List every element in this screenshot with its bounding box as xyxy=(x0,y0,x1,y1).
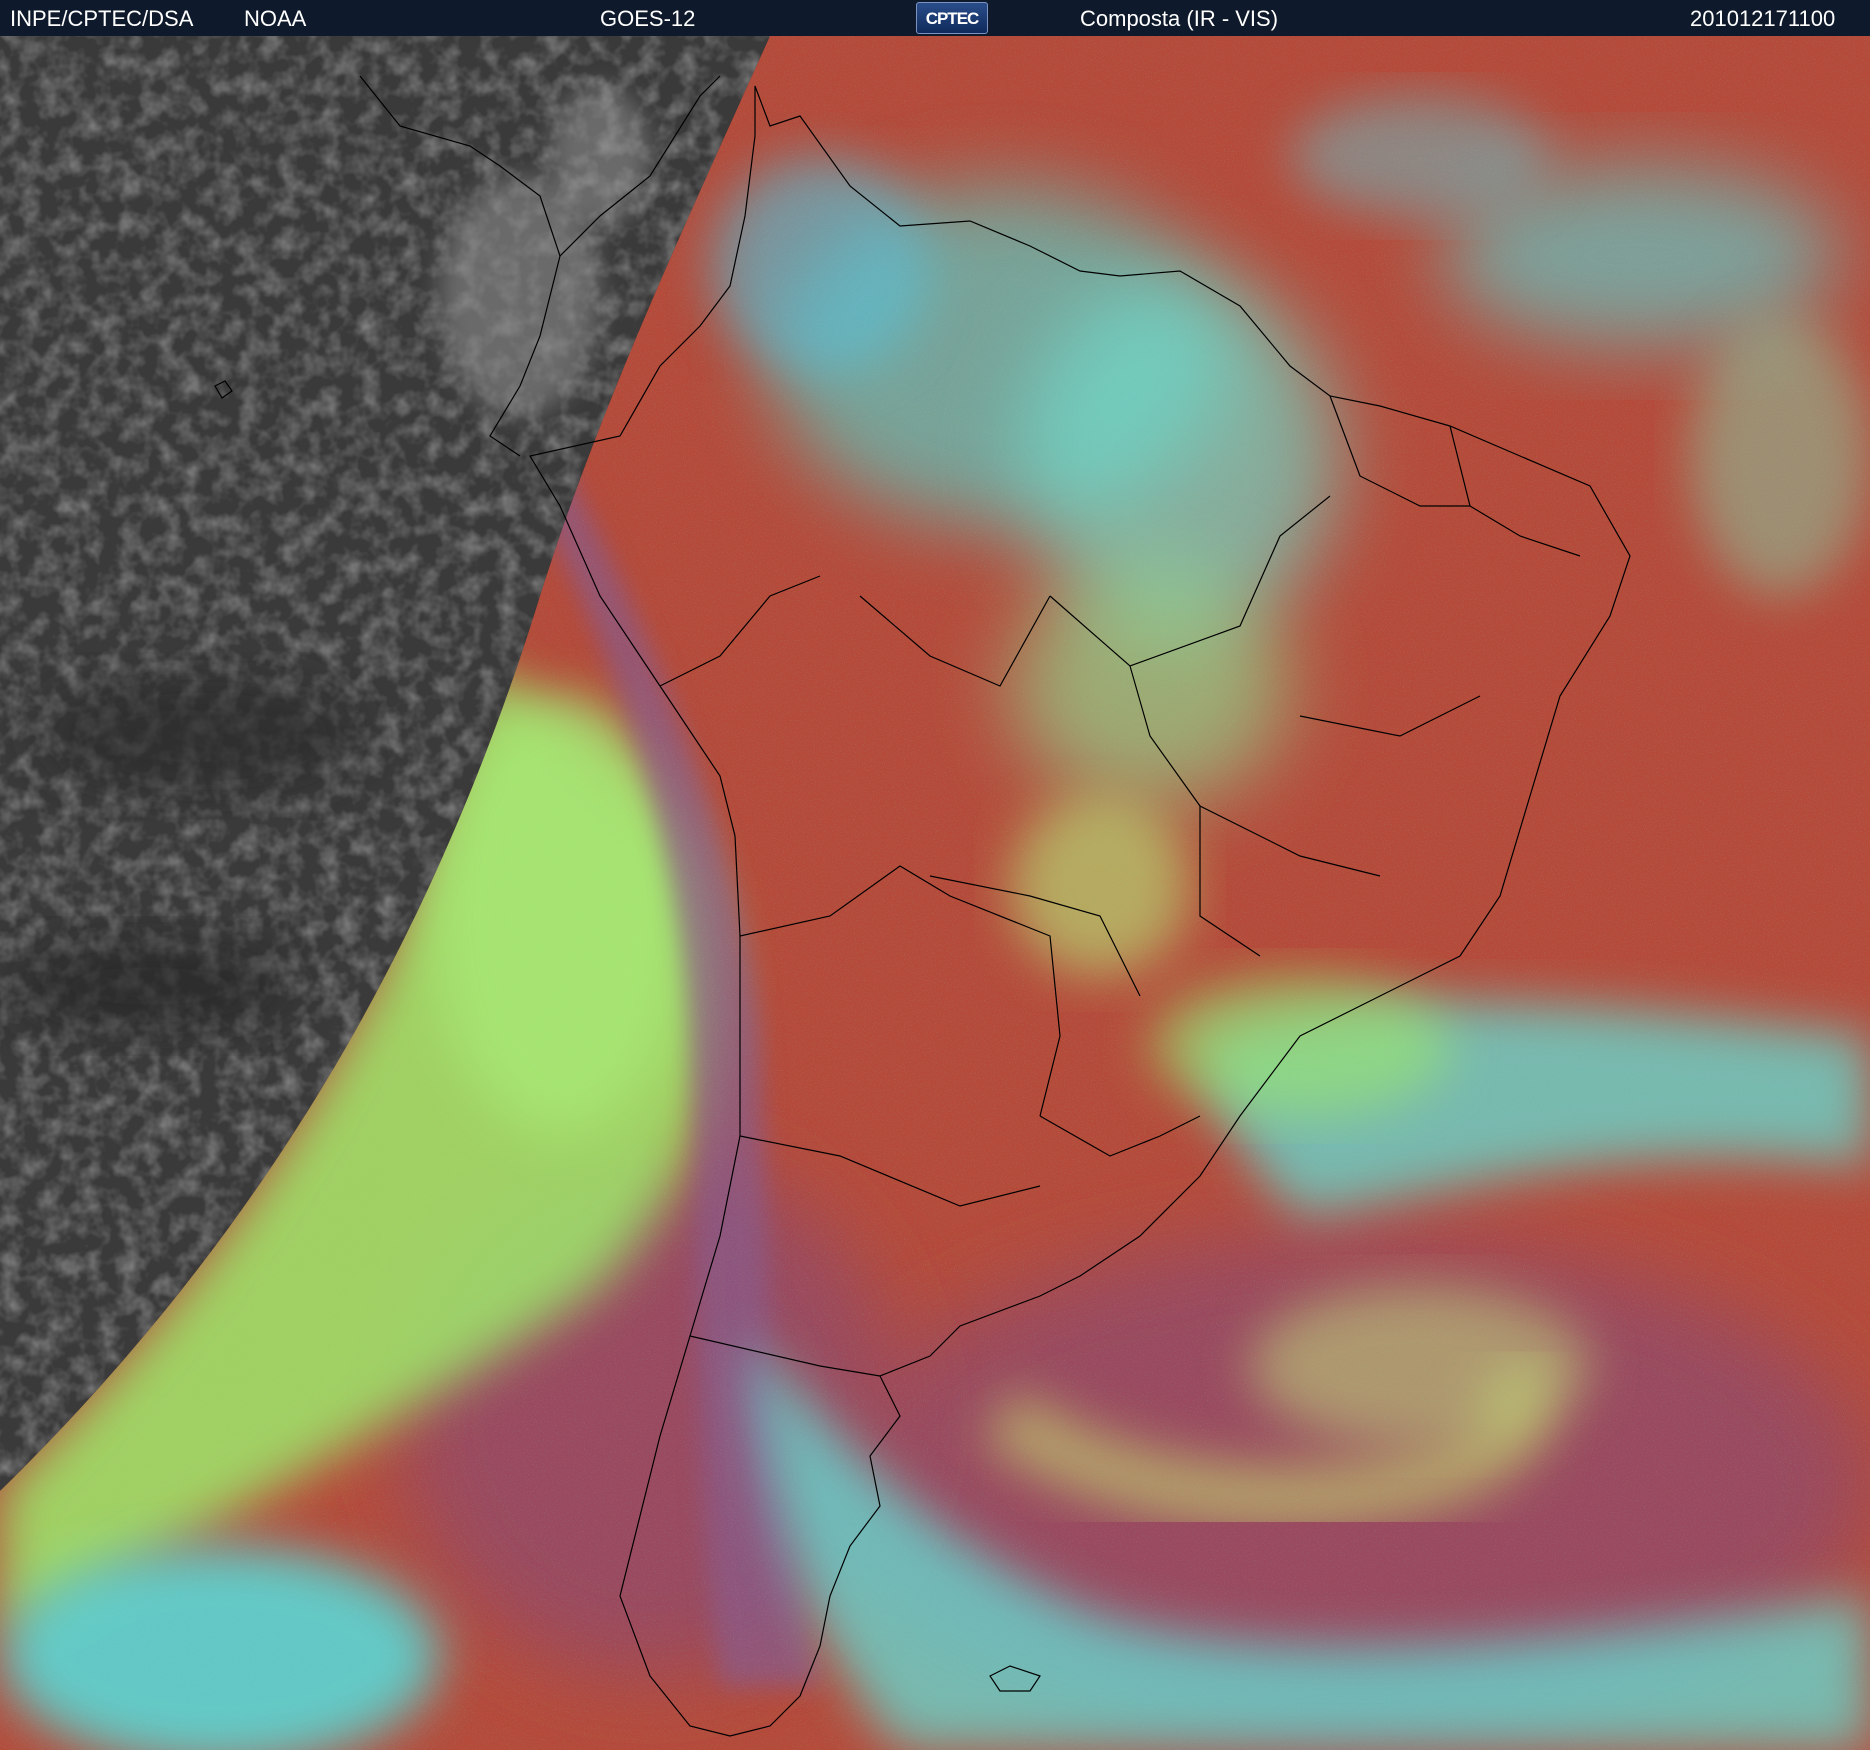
satellite-label: GOES-12 xyxy=(600,6,696,31)
institute-label: INPE/CPTEC/DSA xyxy=(10,6,194,31)
agency-label: NOAA xyxy=(244,6,307,31)
satellite-image xyxy=(0,36,1870,1750)
header-bar: INPE/CPTEC/DSA NOAA GOES-12 CPTEC Compos… xyxy=(0,0,1870,36)
cptec-logo: CPTEC xyxy=(916,2,988,34)
satellite-viewer: INPE/CPTEC/DSA NOAA GOES-12 CPTEC Compos… xyxy=(0,0,1870,1750)
product-label: Composta (IR - VIS) xyxy=(1080,6,1279,31)
timestamp-label: 201012171100 xyxy=(1690,6,1836,31)
composite-imagery xyxy=(0,36,1870,1750)
